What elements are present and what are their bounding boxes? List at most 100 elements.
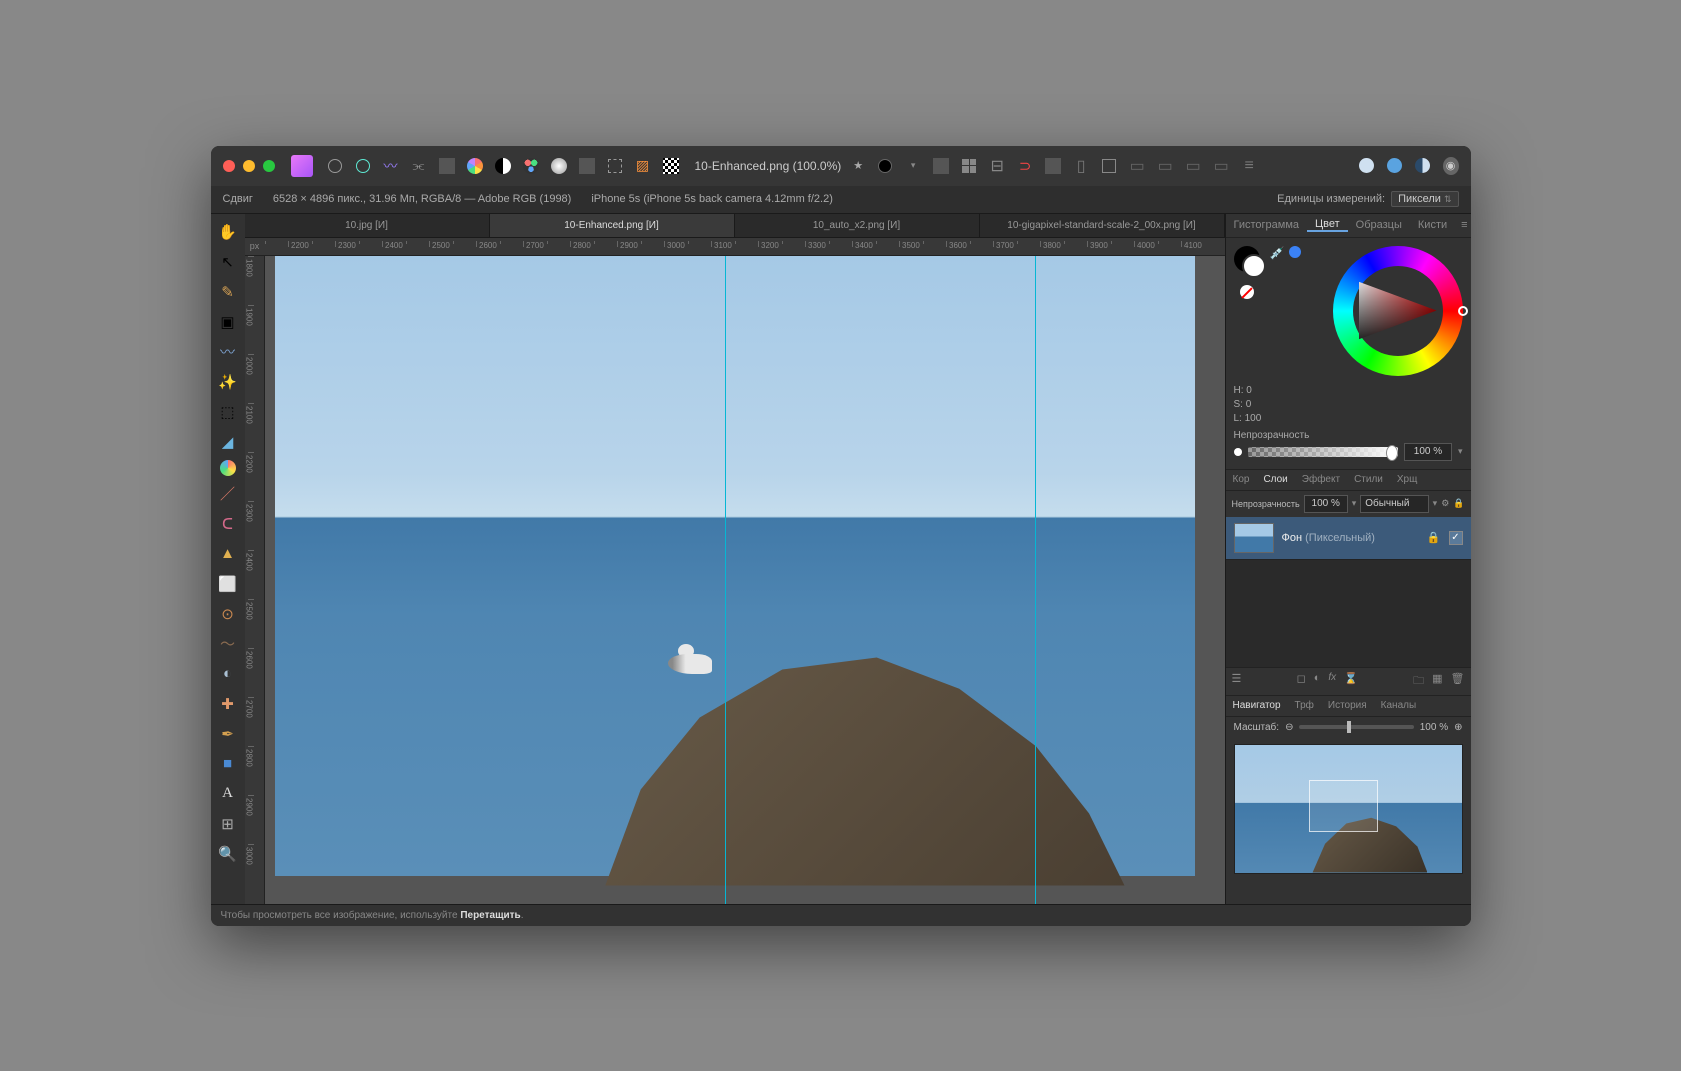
blend-gear-icon[interactable]: ⚙ — [1441, 498, 1449, 509]
layer-visibility-checkbox[interactable]: ✓ — [1449, 531, 1463, 545]
live-filter-icon[interactable]: ⌛ — [1344, 672, 1358, 691]
preferences-icon[interactable] — [1415, 158, 1431, 174]
group-icon[interactable]: 🗀 — [1413, 672, 1424, 691]
mesh-warp-tool-icon[interactable]: ⊞ — [216, 812, 240, 836]
distribute-icon[interactable]: ≡ — [1241, 158, 1257, 174]
pen-tool-icon[interactable]: ✒ — [216, 722, 240, 746]
tab-effects[interactable]: Эффект — [1295, 474, 1347, 485]
close-window-button[interactable] — [223, 160, 235, 172]
eyedropper-icon[interactable]: 💉 — [1270, 246, 1285, 260]
arrange-forward-icon[interactable]: ▭ — [1213, 158, 1229, 174]
vertical-ruler[interactable]: 1800190020002100220023002400250026002700… — [245, 256, 265, 904]
canvas-viewport[interactable] — [265, 256, 1225, 904]
layers-stack-icon[interactable]: ☰ — [1232, 672, 1242, 691]
arrange-back-icon[interactable]: ▭ — [1129, 158, 1145, 174]
tab-text-styles[interactable]: Хрщ — [1390, 474, 1424, 485]
inpainting-tool-icon[interactable]: 〜 — [216, 632, 240, 656]
navigator-thumbnail[interactable] — [1234, 744, 1463, 874]
opacity-slider[interactable] — [1248, 447, 1398, 457]
layer-opacity-input[interactable]: 100 % — [1304, 495, 1348, 513]
quick-mask-icon[interactable] — [877, 158, 893, 174]
delete-layer-icon[interactable]: 🗑 — [1451, 672, 1465, 691]
clone-tool-icon[interactable]: ⊙ — [216, 602, 240, 626]
document-tab[interactable]: 10.jpg [И] — [245, 214, 490, 237]
color-adjust-icon[interactable] — [467, 158, 483, 174]
tab-adjustments[interactable]: Кор — [1226, 474, 1257, 485]
document-tab[interactable]: 10_auto_x2.png [И] — [735, 214, 980, 237]
diagonal-icon[interactable]: ▨ — [635, 158, 651, 174]
pixel-tool-icon[interactable]: ▲ — [216, 542, 240, 566]
layer-row[interactable]: Фон (Пиксельный) 🔒 ✓ — [1226, 517, 1471, 560]
flood-select-tool-icon[interactable]: ✨ — [216, 370, 240, 394]
layer-lock-icon[interactable]: 🔒 — [1427, 531, 1441, 544]
arrange-backward-icon[interactable]: ▭ — [1185, 158, 1201, 174]
sampled-color-swatch[interactable] — [1289, 246, 1301, 258]
zoom-out-icon[interactable]: ⊖ — [1285, 722, 1293, 733]
panel-menu-icon[interactable]: ≡ — [1455, 219, 1470, 231]
flood-fill-tool-icon[interactable]: ◢ — [216, 430, 240, 454]
tab-color[interactable]: Цвет — [1307, 218, 1348, 232]
soft-proof-icon[interactable] — [551, 158, 567, 174]
primary-secondary-color-swatch[interactable] — [1234, 246, 1260, 272]
move-tool-icon[interactable]: ↖ — [216, 250, 240, 274]
tab-swatches[interactable]: Образцы — [1348, 219, 1410, 231]
vertical-guide[interactable] — [1035, 256, 1036, 904]
opacity-value-input[interactable]: 100 % — [1404, 443, 1452, 461]
lock-icon[interactable]: 🔒 — [1453, 498, 1464, 509]
dropdown-icon[interactable]: ▾ — [905, 158, 921, 174]
paint-mixer-tool-icon[interactable]: ᑕ — [216, 512, 240, 536]
document-tab[interactable]: 10-gigapixel-standard-scale-2_00x.png [И… — [980, 214, 1225, 237]
zoom-window-button[interactable] — [263, 160, 275, 172]
document-tab[interactable]: 10-Enhanced.png [И] — [490, 214, 735, 237]
checker-icon[interactable] — [663, 158, 679, 174]
marquee-tool-icon[interactable]: ⬚ — [216, 400, 240, 424]
snapping-grid-icon[interactable] — [961, 158, 977, 174]
zoom-slider[interactable] — [1299, 725, 1413, 729]
rectangle-tool-icon[interactable]: ■ — [216, 752, 240, 776]
adjustment-layer-icon[interactable]: ◐ — [1314, 672, 1321, 691]
arrange-front-icon[interactable]: ▭ — [1157, 158, 1173, 174]
bw-adjust-icon[interactable] — [495, 158, 511, 174]
blend-mode-select[interactable]: Обычный — [1360, 495, 1428, 513]
zoom-tool-icon[interactable]: 🔍 — [216, 842, 240, 866]
color-wheel[interactable] — [1333, 246, 1463, 376]
horizontal-ruler[interactable]: 2200230024002500260027002800290030003100… — [265, 238, 1225, 255]
persona-develop-icon[interactable]: 〰 — [383, 158, 399, 174]
navigator-viewport-box[interactable] — [1309, 780, 1377, 831]
fx-icon[interactable]: fx — [1328, 672, 1336, 691]
snapping-magnet-icon[interactable]: ⊃ — [1017, 158, 1033, 174]
erase-tool-icon[interactable]: ⬜ — [216, 572, 240, 596]
align-left-icon[interactable]: ▯ — [1073, 158, 1089, 174]
arrange-group-icon[interactable] — [1101, 158, 1117, 174]
tab-layers[interactable]: Слои — [1256, 474, 1294, 485]
minimize-window-button[interactable] — [243, 160, 255, 172]
text-tool-icon[interactable]: A — [216, 782, 240, 806]
units-select[interactable]: Пиксели ⇅ — [1391, 191, 1458, 207]
dodge-tool-icon[interactable]: ◐ — [216, 662, 240, 686]
selection-brush-tool-icon[interactable]: 〰 — [216, 340, 240, 364]
persona-tone-icon[interactable]: ⫘ — [411, 158, 427, 174]
healing-tool-icon[interactable]: ✚ — [216, 692, 240, 716]
assistant-icon[interactable] — [1359, 158, 1375, 174]
account-icon[interactable]: ◉ — [1443, 158, 1459, 174]
color-picker-tool-icon[interactable]: ✎ — [216, 280, 240, 304]
no-color-swatch[interactable] — [1240, 285, 1254, 299]
tab-styles[interactable]: Стили — [1347, 474, 1390, 485]
marquee-icon[interactable] — [607, 158, 623, 174]
rgb-channels-icon[interactable] — [523, 158, 539, 174]
add-layer-icon[interactable]: ▦ — [1432, 672, 1442, 691]
zoom-in-icon[interactable]: ⊕ — [1454, 722, 1462, 733]
opacity-dropdown-icon[interactable]: ▾ — [1458, 446, 1463, 457]
persona-photo-icon[interactable] — [327, 158, 343, 174]
paint-brush-tool-icon[interactable]: ／ — [216, 482, 240, 506]
view-hand-tool-icon[interactable]: ✋ — [216, 220, 240, 244]
persona-liquify-icon[interactable] — [355, 158, 371, 174]
stock-icon[interactable] — [1387, 158, 1403, 174]
tab-history[interactable]: История — [1321, 700, 1374, 711]
hue-indicator[interactable] — [1458, 306, 1468, 316]
tab-navigator[interactable]: Навигатор — [1226, 700, 1288, 711]
mask-icon[interactable]: ◻ — [1297, 672, 1306, 691]
vertical-guide[interactable] — [725, 256, 726, 904]
layer-opacity-dropdown-icon[interactable]: ▾ — [1352, 498, 1357, 509]
tab-brushes[interactable]: Кисти — [1410, 219, 1455, 231]
